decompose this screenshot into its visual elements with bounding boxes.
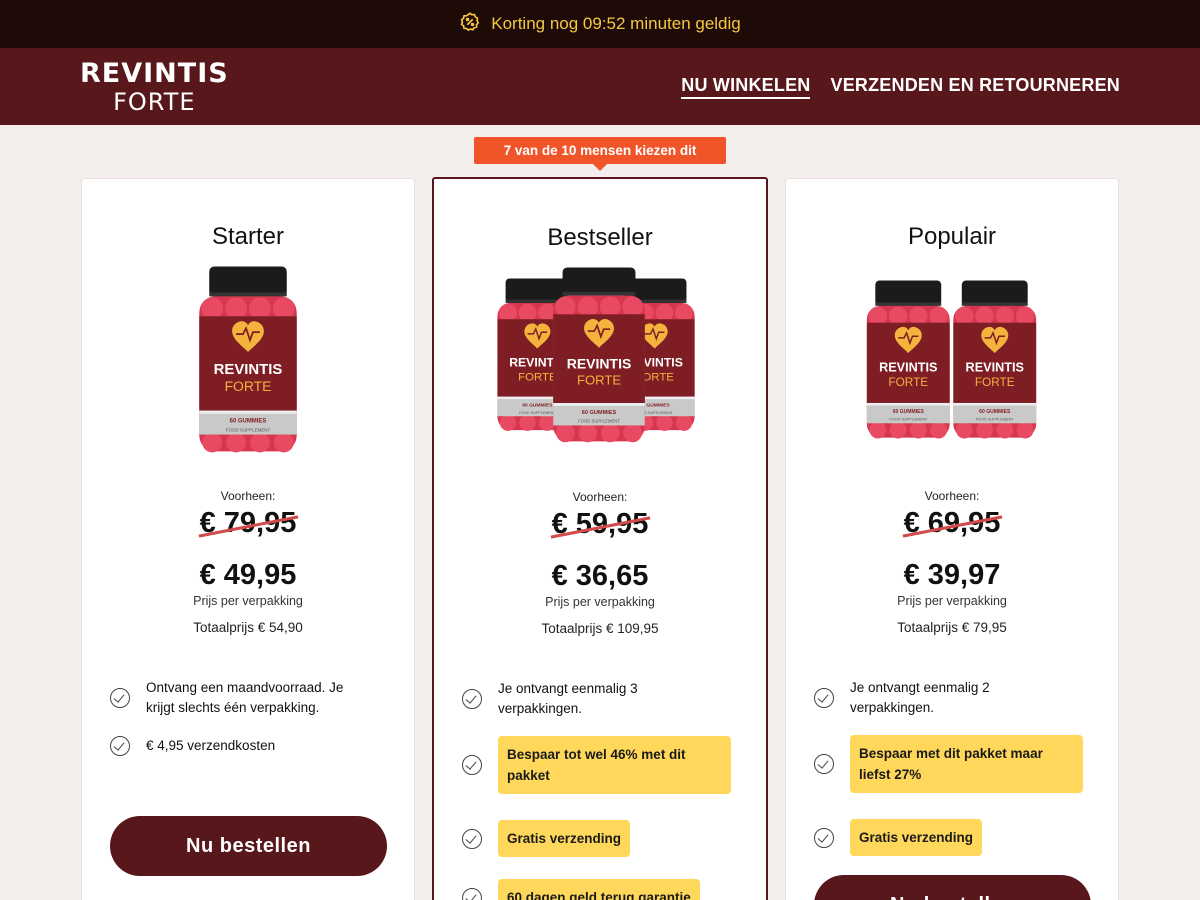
feature-item: Je ontvangt eenmalig 2 verpakkingen.: [814, 678, 1030, 718]
check-circle-icon: [814, 688, 834, 708]
discount-timer-bar: Korting nog 09:52 minuten geldig: [0, 0, 1200, 48]
product-bottle: REVINTISFORTE 60 GUMMIES FOOD SUPPLEMENT: [199, 266, 297, 453]
bottle-type-text: FOOD SUPPLEMENT: [578, 419, 620, 424]
feature-item: € 4,95 verzendkosten: [110, 736, 275, 756]
price-per-pack-label: Prijs per verpakking: [193, 594, 303, 608]
brand-logo-line1: REVINTIS: [80, 58, 229, 89]
before-label: Voorheen:: [572, 490, 628, 504]
brand-logo-line2: FORTE: [113, 88, 196, 116]
bottle-type-text: FOOD SUPPLEMENT: [519, 411, 556, 415]
old-price-value: € 69,95: [903, 507, 1001, 539]
bottle-brand-text: FORTE: [518, 371, 557, 383]
feature-highlight: Gratis verzending: [498, 820, 631, 857]
order-button[interactable]: Nu bestellen: [110, 816, 387, 876]
bottle-count-text: 60 GUMMIES: [230, 419, 267, 425]
check-circle-icon: [462, 828, 482, 849]
plan-card-popular: Populair REVINTIS FORTE 60 GUMMIES FOOD SUP…: [785, 178, 1119, 900]
bottle-brand-text: REVINTIS: [214, 362, 283, 378]
check-circle-icon: [110, 736, 130, 756]
product-bottle: REVINTISFORTE 60 GUMMIES FOOD SUPPLEMENT: [953, 280, 1037, 439]
bottle-count-text: 60 GUMMIES: [893, 409, 925, 415]
bottle-count-text: 60 GUMMIES: [522, 402, 553, 408]
brand-logo[interactable]: REVINTIS FORTE: [80, 60, 229, 114]
plan-title: Bestseller: [547, 224, 653, 251]
plan-title: Starter: [211, 223, 285, 250]
total-price: Totaalprijs € 109,95: [541, 621, 659, 636]
feature-text: Ontvang een maandvoorraad. Je krijgt sle…: [146, 680, 344, 715]
feature-text: € 4,95 verzendkosten: [146, 738, 276, 753]
bottle-type-text: FOOD SUPPLEMENT: [226, 428, 271, 433]
product-image: REVINTISFORTE60 GUMMIESFOOD SUPPLEMENTRE…: [866, 280, 1037, 439]
product-bottle: REVINTISFORTE 60 GUMMIES FOOD SUPPLEMENT: [553, 267, 645, 443]
new-price: € 49,95: [199, 559, 297, 591]
before-label: Voorheen:: [924, 489, 980, 503]
old-price: € 59,95: [434, 508, 766, 541]
new-price: € 39,97: [903, 559, 1001, 591]
bottle-brand-text: REVINTIS: [879, 361, 937, 375]
bottle-type-text: FOOD SUPPLEMENT: [889, 418, 927, 422]
feature-item: Je ontvangt eenmalig 3 verpakkingen.: [462, 679, 678, 719]
bottle-brand-text: REVINTIS: [966, 361, 1024, 375]
old-price-value: € 59,95: [551, 508, 649, 540]
feature-item: Ontvang een maandvoorraad. Je krijgt sle…: [110, 678, 366, 718]
product-image: REVINTISFORTE 60 GUMMIES FOOD SUPPLEMENT: [199, 266, 297, 453]
old-price: € 69,95: [786, 507, 1118, 540]
bottle-brand-text: FORTE: [888, 375, 928, 389]
price-per-pack-label: Prijs per verpakking: [897, 594, 1007, 608]
product-bottle: REVINTISFORTE 60 GUMMIES FOOD SUPPLEMENT: [866, 280, 950, 439]
check-circle-icon: [462, 887, 482, 900]
old-price: € 79,95: [82, 507, 414, 540]
total-price: Totaalprijs € 79,95: [897, 620, 1007, 635]
feature-item: Bespaar tot wel 46% met dit pakket: [462, 736, 731, 794]
feature-text: Je ontvangt eenmalig 2 verpakkingen.: [850, 680, 990, 715]
bestseller-ribbon-text: 7 van de 10 mensen kiezen dit: [503, 143, 697, 158]
feature-highlight: Bespaar tot wel 46% met dit pakket: [498, 736, 731, 794]
old-price-value: € 79,95: [199, 507, 297, 539]
order-button[interactable]: Nu bestellen: [814, 875, 1091, 900]
feature-item: Bespaar met dit pakket maar liefst 27%: [814, 735, 1083, 793]
bottle-type-text: FOOD SUPPLEMENT: [976, 418, 1014, 422]
discount-badge-icon: [459, 11, 481, 38]
plan-card-starter: Starter REVINTIS FORTE 60 GUMMIES FOOD SUPP…: [81, 178, 415, 900]
check-circle-icon: [110, 688, 130, 708]
feature-highlight: Gratis verzending: [850, 819, 983, 856]
check-circle-icon: [462, 755, 482, 775]
price-per-pack-label: Prijs per verpakking: [545, 595, 655, 609]
discount-timer-text: Korting nog 09:52 minuten geldig: [491, 14, 741, 33]
plan-card-bestseller: Bestseller REVINTIS FORTE 60 GUMMIES FOOD S…: [432, 177, 768, 900]
bottle-count-text: 60 GUMMIES: [582, 410, 617, 416]
feature-text: Je ontvangt eenmalig 3 verpakkingen.: [498, 681, 638, 716]
nav-shipping-returns[interactable]: VERZENDEN EN RETOURNEREN: [830, 75, 1120, 99]
bottle-brand-text: FORTE: [577, 372, 621, 387]
feature-highlight: 60 dagen geld terug garantie: [498, 879, 700, 900]
new-price: € 36,65: [551, 560, 649, 592]
nav-shop-now[interactable]: NU WINKELEN: [681, 75, 811, 99]
feature-highlight: Bespaar met dit pakket maar liefst 27%: [850, 735, 1083, 793]
bottle-brand-text: FORTE: [225, 378, 272, 394]
bottle-brand-text: REVINTIS: [567, 355, 632, 371]
bestseller-ribbon: 7 van de 10 mensen kiezen dit: [474, 137, 726, 171]
bottle-brand-text: FORTE: [975, 375, 1015, 389]
main-nav: NU WINKELEN VERZENDEN EN RETOURNEREN: [681, 75, 1120, 99]
feature-item: Gratis verzending: [462, 820, 631, 857]
bottle-count-text: 60 GUMMIES: [979, 409, 1011, 415]
check-circle-icon: [462, 689, 482, 709]
feature-item: 60 dagen geld terug garantie: [462, 879, 700, 900]
check-circle-icon: [814, 754, 834, 774]
total-price: Totaalprijs € 54,90: [193, 620, 303, 635]
site-header: REVINTIS FORTE NU WINKELEN VERZENDEN EN …: [0, 48, 1200, 125]
product-image: REVINTISFORTE60 GUMMIESFOOD SUPPLEMENTRE…: [497, 267, 695, 443]
plan-title: Populair: [907, 223, 997, 250]
check-circle-icon: [814, 827, 834, 848]
feature-item: Gratis verzending: [814, 819, 983, 856]
before-label: Voorheen:: [220, 489, 276, 503]
